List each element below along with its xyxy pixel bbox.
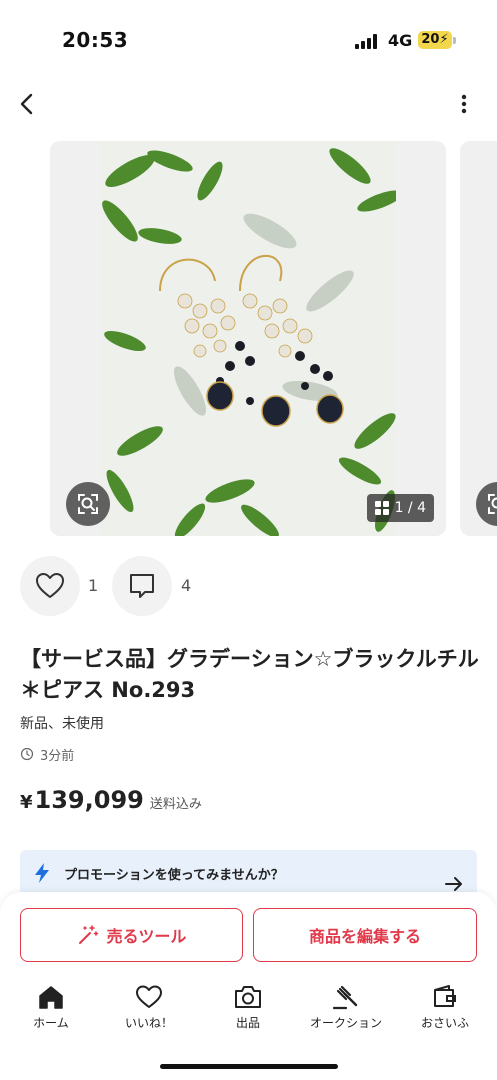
status-bar: 20:53 4G 20⚡: [0, 0, 497, 80]
status-time: 20:53: [62, 28, 129, 52]
sell-tools-label: 売るツール: [106, 927, 187, 946]
comment-count: 4: [181, 576, 192, 595]
image-search-icon: [488, 494, 497, 514]
comment-button[interactable]: [112, 556, 172, 616]
tab-likes-label: いいね！: [124, 1016, 173, 1030]
posted-time: 3分前: [20, 745, 75, 764]
item-title: 【サービス品】グラデーション☆ブラックルチル＊ピアス No.293: [20, 647, 479, 702]
image-search-button[interactable]: [66, 482, 110, 526]
tab-wallet-label: おさいふ: [420, 1016, 469, 1030]
signal-icon: [355, 33, 381, 49]
posted-time-label: 3分前: [40, 748, 75, 764]
chevron-left-icon: [20, 93, 33, 115]
like-count: 1: [88, 576, 99, 595]
magic-wand-icon: [78, 925, 98, 944]
clock-icon: [20, 747, 34, 761]
arrow-right-icon: [445, 877, 462, 891]
product-image-slide[interactable]: 1 / 4: [50, 141, 446, 536]
camera-icon: [235, 986, 261, 1008]
sell-tools-button[interactable]: 売るツール: [20, 908, 243, 962]
promotion-text: プロモーションを使ってみませんか？: [64, 868, 284, 883]
shipping-note: 送料込み: [149, 797, 202, 812]
tab-wallet[interactable]: おさいふ: [400, 984, 490, 1034]
comment-icon: [130, 574, 154, 598]
edit-item-button[interactable]: 商品を編集する: [253, 908, 477, 962]
more-options-button[interactable]: [452, 90, 476, 118]
heart-icon: [136, 985, 162, 1008]
bottom-tab-bar: ホーム いいね！ 出品 オークション おさいふ: [0, 984, 497, 1034]
battery-level: 20: [421, 32, 440, 47]
gavel-icon: [332, 985, 358, 1010]
tab-auction[interactable]: オークション: [301, 984, 391, 1034]
product-photo: [100, 141, 396, 536]
home-indicator: [160, 1064, 338, 1069]
more-vertical-icon: [461, 94, 467, 114]
price-currency: ¥: [20, 792, 33, 813]
grid-icon: [374, 501, 389, 515]
tab-sell-label: 出品: [235, 1016, 260, 1030]
tab-sell[interactable]: 出品: [203, 984, 293, 1034]
image-carousel[interactable]: 1 / 4: [0, 141, 497, 536]
heart-icon: [36, 573, 64, 598]
bottom-action-sheet: 売るツール 商品を編集する ホーム いいね！ 出品 オークション おさいふ: [0, 892, 497, 1080]
tab-home-label: ホーム: [33, 1016, 69, 1030]
edit-item-label: 商品を編集する: [308, 927, 421, 946]
tab-home[interactable]: ホーム: [6, 984, 96, 1034]
back-button[interactable]: [12, 88, 44, 120]
battery-icon: 20⚡: [418, 31, 452, 49]
tab-likes[interactable]: いいね！: [104, 984, 194, 1034]
image-search-icon: [78, 494, 98, 514]
price-value: 139,099: [34, 786, 144, 814]
image-search-button-next[interactable]: [476, 482, 497, 526]
like-button[interactable]: [20, 556, 80, 616]
battery-cap: [453, 37, 456, 44]
page-counter: 1 / 4: [366, 494, 434, 522]
price: ¥ 139,099 送料込み: [20, 786, 202, 814]
wallet-icon: [434, 985, 456, 1007]
tab-auction-label: オークション: [309, 1016, 382, 1030]
lightning-icon: [35, 863, 49, 883]
page-counter-label: 1 / 4: [394, 500, 426, 516]
network-label: 4G: [388, 31, 413, 50]
home-icon: [39, 986, 63, 1009]
next-image-slide[interactable]: [460, 141, 497, 536]
item-condition: 新品、未使用: [20, 716, 104, 732]
